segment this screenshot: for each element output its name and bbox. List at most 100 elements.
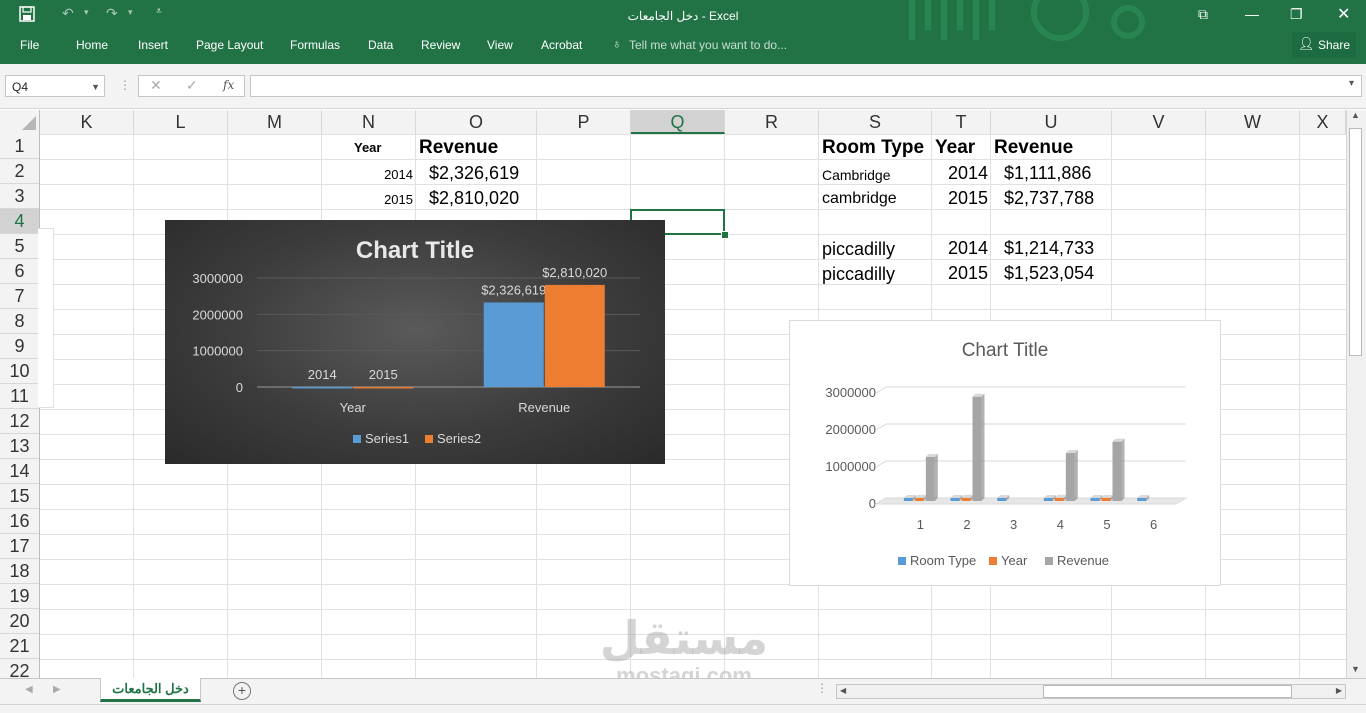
column-header[interactable]: O [416,110,537,134]
horizontal-scroll-thumb[interactable] [1043,685,1292,698]
cell-T2[interactable]: 2014 [932,163,988,184]
column-header[interactable]: X [1300,110,1346,134]
tell-me-box[interactable]: Tell me what you want to do... [629,38,787,52]
row-header[interactable]: 3 [0,184,39,209]
sheet-tab-active[interactable]: دخل الجامعات [100,678,201,702]
column-header[interactable]: K [40,110,134,134]
fill-handle[interactable] [721,231,729,239]
insert-function-icon[interactable]: fx [223,78,234,92]
scroll-up-icon[interactable]: ▲ [1351,110,1360,120]
save-icon[interactable] [19,6,35,25]
column-header-selected[interactable]: Q [631,110,725,134]
column-header[interactable]: T [932,110,991,134]
row-header[interactable]: 20 [0,609,39,634]
row-header[interactable]: 15 [0,484,39,509]
cell-S1[interactable]: Room Type [822,137,924,159]
row-header[interactable]: 12 [0,409,39,434]
tab-page-layout[interactable]: Page Layout [196,38,263,52]
cell-T3[interactable]: 2015 [932,188,988,209]
select-all-button[interactable] [0,110,40,134]
cell-S2[interactable]: Cambridge [822,167,890,183]
row-header[interactable]: 11 [0,384,39,409]
scroll-left-icon[interactable]: ◀ [840,686,846,695]
next-sheet-icon[interactable]: ▶ [53,684,61,695]
column-header[interactable]: N [322,110,416,134]
formula-bar-splitter-icon[interactable]: ⋮ [119,78,131,92]
row-header[interactable]: 9 [0,334,39,359]
row-header[interactable]: 13 [0,434,39,459]
cell-U3[interactable]: $2,737,788 [1004,188,1094,209]
row-header[interactable]: 18 [0,559,39,584]
close-icon[interactable]: ✕ [1337,4,1350,24]
share-button[interactable]: 👤︎ Share [1292,32,1356,58]
undo-icon[interactable]: ↶ [62,5,74,22]
row-header[interactable]: 5 [0,234,39,259]
cell-T1[interactable]: Year [935,137,975,159]
cell-O2[interactable]: $2,326,619 [429,163,519,184]
ribbon-display-options-icon[interactable]: ⧉ [1198,6,1208,23]
row-header[interactable]: 1 [0,134,39,159]
column-header[interactable]: P [537,110,631,134]
expand-formula-bar-icon[interactable]: ▾ [1349,78,1354,89]
cell-S5[interactable]: piccadilly [822,239,895,260]
enter-icon[interactable]: ✓ [186,77,198,94]
cell-T5[interactable]: 2014 [932,238,988,259]
cell-U1[interactable]: Revenue [994,137,1073,159]
column-header[interactable]: S [819,110,932,134]
prev-sheet-icon[interactable]: ◀ [25,684,33,695]
tab-file[interactable]: File [20,38,39,52]
cell-U6[interactable]: $1,523,054 [1004,263,1094,284]
restore-icon[interactable]: ❐ [1290,6,1303,23]
chevron-down-icon[interactable]: ▼ [91,76,100,98]
cell-U2[interactable]: $1,111,886 [1004,163,1091,184]
cell-T6[interactable]: 2015 [932,263,988,284]
cell-U5[interactable]: $1,214,733 [1004,238,1094,259]
column-header[interactable]: V [1112,110,1206,134]
row-header[interactable]: 17 [0,534,39,559]
chart-room-type[interactable]: Chart Title 0 1000000 2000000 3000000 1 2 3 4 5 6 R… [789,320,1221,586]
row-header-selected[interactable]: 4 [0,209,39,234]
cell-N1[interactable]: Year [354,140,381,155]
redo-dropdown-icon[interactable]: ▾ [128,7,133,18]
cell-O1[interactable]: Revenue [419,137,498,159]
minimize-icon[interactable]: — [1245,6,1259,22]
chart-revenue-dark[interactable]: Chart Title 0 1000000 2000000 3000000 Year 201… [165,220,665,464]
vertical-scroll-thumb[interactable] [1349,128,1362,356]
cell-O3[interactable]: $2,810,020 [429,188,519,209]
scroll-right-icon[interactable]: ▶ [1336,686,1342,695]
row-header[interactable]: 16 [0,509,39,534]
tab-insert[interactable]: Insert [138,38,168,52]
column-header[interactable]: L [134,110,228,134]
more-options-icon[interactable]: ⋮ [816,681,828,695]
row-header[interactable]: 8 [0,309,39,334]
row-header[interactable]: 2 [0,159,39,184]
tab-data[interactable]: Data [368,38,393,52]
row-header[interactable]: 10 [0,359,39,384]
column-header[interactable]: W [1206,110,1300,134]
row-header[interactable]: 6 [0,259,39,284]
customize-toolbar-icon[interactable]: ⩡ [156,6,162,17]
row-header[interactable]: 21 [0,634,39,659]
row-header[interactable]: 7 [0,284,39,309]
cell-S6[interactable]: piccadilly [822,264,895,285]
formula-input[interactable] [250,75,1362,97]
column-header[interactable]: M [228,110,322,134]
cell-S3[interactable]: cambridge [822,190,897,208]
tab-acrobat[interactable]: Acrobat [541,38,582,52]
tab-view[interactable]: View [487,38,513,52]
tab-home[interactable]: Home [76,38,108,52]
row-header[interactable]: 14 [0,459,39,484]
redo-icon[interactable]: ↷ [106,5,118,22]
undo-dropdown-icon[interactable]: ▾ [84,7,89,18]
tab-review[interactable]: Review [421,38,460,52]
cell-N2[interactable]: 2014 [322,167,413,182]
cancel-icon[interactable]: ✕ [150,77,162,94]
scroll-down-icon[interactable]: ▼ [1351,664,1360,674]
cell-N3[interactable]: 2015 [322,192,413,207]
new-sheet-icon[interactable]: + [233,682,251,700]
row-header[interactable]: 19 [0,584,39,609]
tab-formulas[interactable]: Formulas [290,38,340,52]
column-header[interactable]: R [725,110,819,134]
name-box[interactable]: Q4 ▼ [5,75,105,97]
column-header[interactable]: U [991,110,1112,134]
